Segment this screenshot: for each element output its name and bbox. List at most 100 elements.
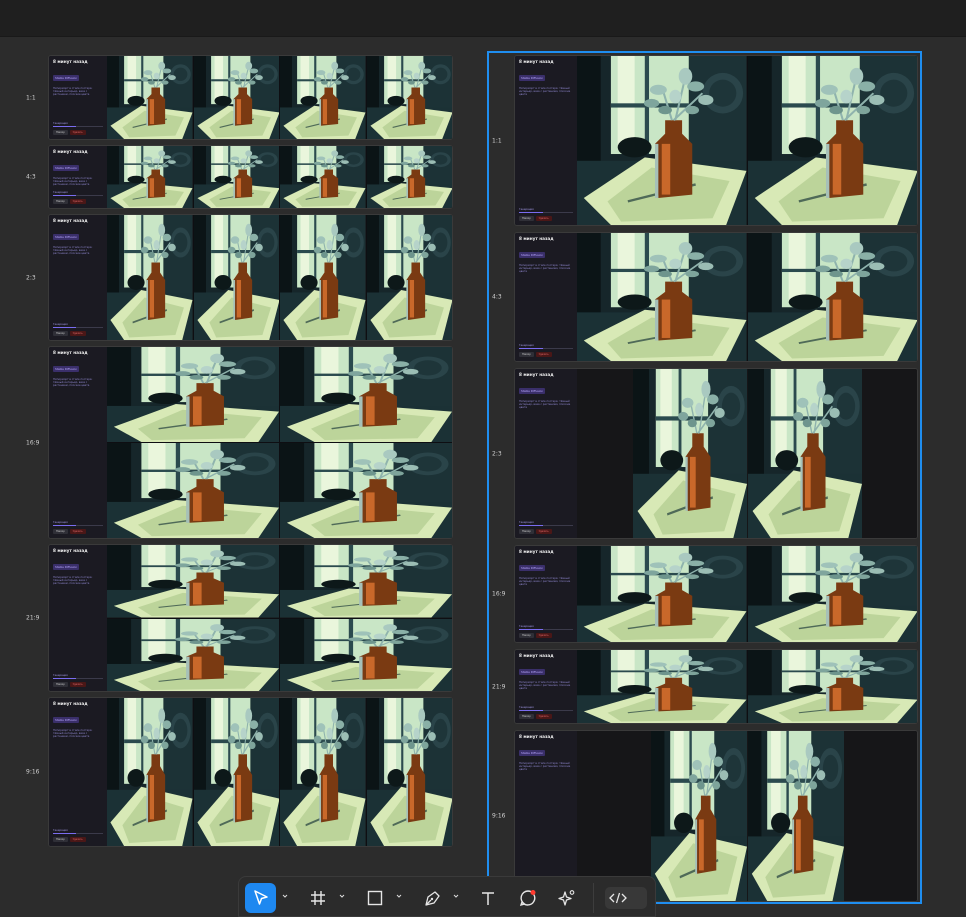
generated-image[interactable] [280,215,366,340]
generated-image[interactable] [193,56,279,139]
timestamp: 8 минут назад [53,350,88,355]
card-footer: Генерация ПовторУдалить [53,674,103,687]
text-tool[interactable] [475,883,501,913]
comment-tool[interactable] [515,883,541,913]
generated-image[interactable] [193,146,279,208]
card-actions: ПовторУдалить [53,331,103,336]
image-thumbnail [280,545,452,618]
retry-button[interactable]: Повтор [53,199,68,204]
image-thumbnail [107,698,193,846]
pen-icon [424,890,440,906]
retry-button[interactable]: Повтор [53,130,68,135]
generated-image[interactable] [280,347,452,442]
progress-fill [53,678,76,679]
chevron-down-icon[interactable] [396,893,402,899]
card-actions: ПовторУдалить [53,837,103,842]
delete-button[interactable]: Удалить [69,529,86,534]
generated-image[interactable] [193,698,279,846]
card-sidebar: 8 минут назад Stable Diffusion Натюрморт в… [49,347,107,538]
generation-card[interactable]: 8 минут назад Stable Diffusion Натюрморт в… [48,55,453,140]
generated-image[interactable] [366,56,452,139]
progress-fill [53,126,76,127]
model-badge: Stable Diffusion [53,165,80,171]
aspect-ratio-label: 4:3 [26,173,36,181]
progress-label: Генерация [53,521,68,524]
selection-outline [487,51,922,904]
progress-bar [53,833,103,834]
aspect-ratio-label: 2:3 [26,274,36,281]
progress-label: Генерация [53,323,68,326]
card-sidebar: 8 минут назад Stable Diffusion Натюрморт в… [49,56,107,139]
generated-image[interactable] [280,618,452,691]
generated-image[interactable] [193,215,279,340]
generation-card[interactable]: 8 минут назад Stable Diffusion Натюрморт в… [48,214,453,341]
generated-image[interactable] [280,698,366,846]
retry-button[interactable]: Повтор [53,529,68,534]
image-grid [107,545,452,691]
image-thumbnail [366,215,452,340]
progress-fill [53,327,76,328]
generated-image[interactable] [107,545,279,618]
card-footer: Генерация ПовторУдалить [53,521,103,534]
generated-image[interactable] [280,545,452,618]
image-thumbnail [193,698,279,846]
chevron-down-icon[interactable] [282,893,288,899]
delete-button[interactable]: Удалить [69,130,86,135]
comment-icon [519,890,536,907]
image-thumbnail [107,347,279,442]
progress-label: Генерация [53,191,68,194]
generated-image[interactable] [107,698,193,846]
model-badge: Stable Diffusion [53,717,80,723]
generated-image[interactable] [280,146,366,208]
frame-tool[interactable] [305,883,331,913]
generated-image[interactable] [280,56,366,139]
retry-button[interactable]: Повтор [53,682,68,687]
progress-bar [53,126,103,127]
image-thumbnail [107,443,279,538]
progress-label: Генерация [53,674,68,677]
generated-image[interactable] [107,146,193,208]
progress-bar [53,195,103,196]
generated-image[interactable] [366,215,452,340]
prompt-text: Натюрморт в стиле постера: тёмный интерь… [53,378,93,388]
image-thumbnail [280,146,366,208]
card-footer: Генерация ПовторУдалить [53,122,103,135]
retry-button[interactable]: Повтор [53,837,68,842]
sparkle-icon [558,890,575,906]
generated-image[interactable] [107,618,279,691]
generation-card[interactable]: 8 минут назад Stable Diffusion Натюрморт в… [48,145,453,209]
retry-button[interactable]: Повтор [53,331,68,336]
generated-image[interactable] [107,215,193,340]
image-thumbnail [107,215,193,340]
generated-image[interactable] [366,698,452,846]
card-actions: ПовторУдалить [53,199,103,204]
delete-button[interactable]: Удалить [69,331,86,336]
generated-image[interactable] [107,347,279,442]
generation-card[interactable]: 8 минут назад Stable Diffusion Натюрморт в… [48,544,453,692]
delete-button[interactable]: Удалить [69,199,86,204]
generation-card[interactable]: 8 минут назад Stable Diffusion Натюрморт в… [48,346,453,539]
move-tool[interactable] [245,883,276,913]
generation-card[interactable]: 8 минут назад Stable Diffusion Натюрморт в… [48,697,453,847]
generated-image[interactable] [366,146,452,208]
toolbar [238,876,656,917]
code-icon [609,892,627,904]
image-thumbnail [366,698,452,846]
delete-button[interactable]: Удалить [69,682,86,687]
chevron-down-icon[interactable] [453,893,459,899]
card-actions: ПовторУдалить [53,529,103,534]
top-bar [0,0,966,37]
image-thumbnail [280,347,452,442]
image-grid [107,215,452,340]
shape-tool[interactable] [362,883,388,913]
image-thumbnail [107,56,193,139]
generated-image[interactable] [107,443,279,538]
prompt-text: Натюрморт в стиле постера: тёмный интерь… [53,729,93,739]
chevron-down-icon[interactable] [339,893,345,899]
delete-button[interactable]: Удалить [69,837,86,842]
generated-image[interactable] [107,56,193,139]
pen-tool[interactable] [419,883,445,913]
dev-mode-toggle[interactable] [605,887,647,909]
generated-image[interactable] [280,443,452,538]
actions-tool[interactable] [554,883,580,913]
